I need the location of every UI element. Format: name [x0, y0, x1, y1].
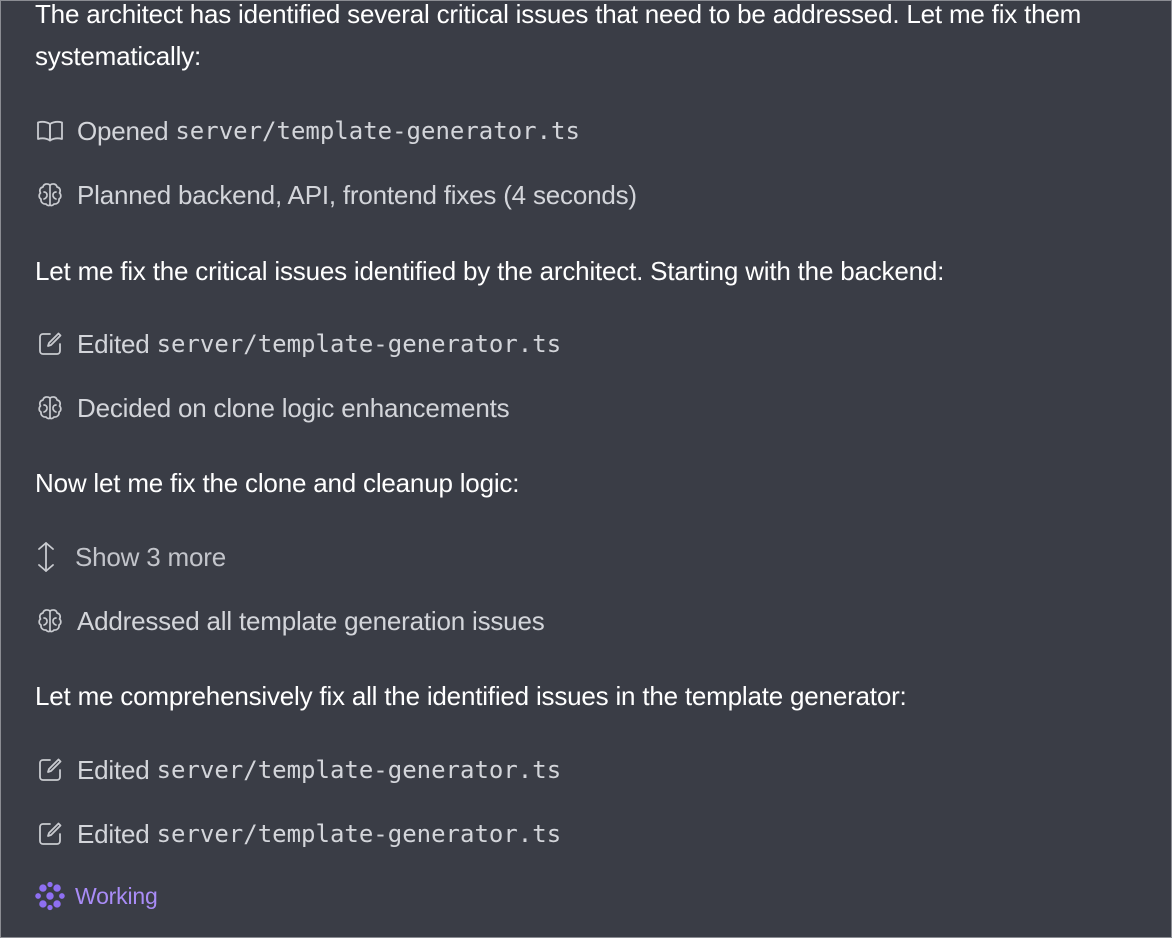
step-verb: Edited [77, 818, 150, 849]
agent-working-icon [35, 881, 65, 911]
brain-icon [35, 180, 65, 210]
message-paragraph-4: Let me comprehensively fix all the ident… [35, 681, 907, 711]
expand-vertical-icon [35, 542, 63, 572]
message-paragraph-3: Now let me fix the clone and cleanup log… [35, 468, 520, 498]
show-more-label: Show 3 more [75, 541, 226, 572]
step-label: Planned backend, API, frontend fixes (4 … [77, 179, 637, 210]
brain-icon [35, 393, 65, 423]
step-decided[interactable]: Decided on clone logic enhancements [35, 388, 1151, 428]
step-file-path: server/template-generator.ts [156, 756, 562, 784]
step-edited-file[interactable]: Edited server/template-generator.ts [35, 324, 1151, 364]
step-verb: Edited [77, 328, 150, 359]
brain-icon [35, 606, 65, 636]
agent-log-panel: The architect has identified several cri… [0, 0, 1172, 938]
message-paragraph-1: The architect has identified several cri… [35, 0, 1082, 71]
step-label: Decided on clone logic enhancements [77, 392, 510, 423]
step-file-path: server/template-generator.ts [175, 117, 580, 145]
edit-file-icon [35, 329, 65, 359]
message-paragraph-2: Let me fix the critical issues identifie… [35, 256, 945, 286]
step-file-path: server/template-generator.ts [156, 330, 562, 358]
step-addressed[interactable]: Addressed all template generation issues [35, 601, 1151, 641]
step-edited-file[interactable]: Edited server/template-generator.ts [35, 814, 1151, 854]
step-opened-file[interactable]: Opened server/template-generator.ts [35, 111, 1151, 151]
step-verb: Opened [77, 115, 169, 146]
step-label: Addressed all template generation issues [77, 605, 545, 636]
show-more-button[interactable]: Show 3 more [35, 537, 1151, 577]
step-edited-file[interactable]: Edited server/template-generator.ts [35, 750, 1151, 790]
working-label: Working [75, 882, 158, 909]
edit-file-icon [35, 755, 65, 785]
book-icon [35, 116, 65, 146]
working-status: Working [35, 876, 1151, 916]
step-verb: Edited [77, 754, 150, 785]
step-file-path: server/template-generator.ts [156, 820, 562, 848]
step-planned[interactable]: Planned backend, API, frontend fixes (4 … [35, 175, 1151, 215]
edit-file-icon [35, 819, 65, 849]
